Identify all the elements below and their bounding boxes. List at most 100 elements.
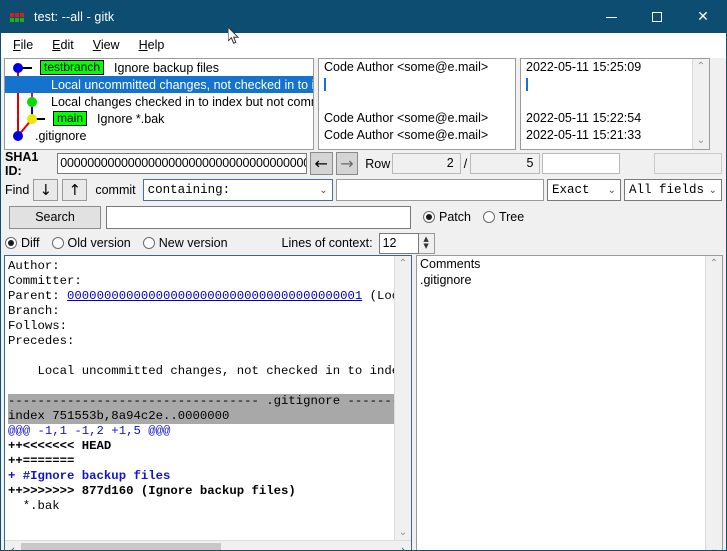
menu-file-accel: F [13, 38, 21, 52]
find-fields-dropdown[interactable]: All fields ⌄ [624, 179, 722, 201]
stepper-arrows[interactable]: ▲ ▼ [418, 232, 435, 254]
author-column-pane[interactable]: Code Author <some@e.mail> Code Author <s… [318, 58, 516, 150]
window-controls: ✕ [588, 1, 726, 33]
radio-new-version-indicator [142, 237, 155, 249]
title-bar: test: --all - gitk ✕ [1, 1, 726, 33]
scroll-down-icon[interactable]: ⌄ [710, 542, 718, 550]
diff-text-pane[interactable]: Author: Committer: Parent: 0000000000000… [4, 255, 412, 550]
menu-view-label: iew [100, 38, 120, 52]
scroll-up-icon[interactable]: ⌃ [710, 256, 718, 272]
diff-file-header: ---------------------------------- .giti… [8, 394, 396, 409]
lines-of-context-stepper[interactable]: 12 ▲ ▼ [378, 232, 435, 254]
row-total-value: 5 [470, 153, 541, 174]
radio-patch-indicator [423, 211, 435, 223]
find-exact-value: Exact [552, 183, 590, 197]
radio-old-version-indicator [51, 237, 64, 249]
maximize-button[interactable] [634, 1, 680, 33]
diff-body-line: *.bak [8, 499, 60, 513]
gitk-icon [10, 9, 26, 25]
menu-help[interactable]: Help [135, 36, 174, 54]
menu-edit-label: dit [60, 38, 74, 52]
date-column-pane[interactable]: 2022-05-11 15:25:09 2022-05-11 15:22:54 … [520, 58, 710, 150]
menu-edit-accel: E [52, 38, 61, 52]
scroll-up-icon[interactable]: ⌃ [697, 59, 705, 75]
file-list-pane[interactable]: Comments .gitignore ⌃ ⌄ [416, 255, 723, 550]
find-prev-button[interactable]: ↑ [62, 179, 88, 201]
author-cell-caret [319, 76, 515, 93]
diff-follows-line: Follows: [8, 319, 75, 333]
view-mode-radiogroup: Patch Tree [423, 210, 536, 224]
row-separator: / [463, 156, 468, 171]
file-list-item-label: Comments [420, 257, 481, 271]
menu-view[interactable]: View [89, 36, 129, 54]
stepper-down-icon[interactable]: ▼ [423, 243, 428, 250]
scroll-right-icon[interactable]: › [395, 543, 411, 550]
search-button[interactable]: Search [9, 205, 101, 229]
radio-patch-label: Patch [439, 210, 471, 224]
find-mode-dropdown[interactable]: containing: ⌄ [142, 179, 333, 201]
ref-label-main[interactable]: main [53, 111, 88, 126]
minimize-button[interactable] [588, 1, 634, 33]
radio-tree-label: Tree [498, 210, 525, 224]
file-list-item[interactable]: Comments [417, 256, 722, 272]
close-button[interactable]: ✕ [680, 1, 726, 33]
radio-tree-indicator [482, 211, 495, 223]
radio-diff[interactable]: Diff [5, 236, 40, 250]
parent-sha-link[interactable]: 0000000000000000000000000000000000000001 [67, 289, 362, 303]
menu-edit[interactable]: Edit [48, 36, 83, 54]
menu-file[interactable]: File [9, 36, 42, 54]
scroll-down-icon[interactable]: ⌄ [399, 525, 407, 541]
author-cell [319, 93, 515, 110]
date-cell-caret [521, 76, 709, 93]
commit-row[interactable]: .gitignore [5, 127, 313, 144]
diff-parent-label: Parent: [8, 289, 68, 303]
radio-new-version[interactable]: New version [142, 236, 228, 250]
commit-graph-pane[interactable]: testbranch Ignore backup files Local unc… [4, 58, 314, 150]
commit-subject: Local uncommitted changes, not checked i… [51, 77, 314, 92]
scroll-down-icon[interactable]: ⌄ [697, 133, 705, 149]
row-extra-box-2 [653, 153, 723, 174]
sha-id-input[interactable]: 0000000000000000000000000000000000000000 [57, 153, 307, 174]
search-input[interactable] [106, 205, 411, 229]
radio-patch[interactable]: Patch [423, 210, 471, 224]
file-list-item[interactable]: .gitignore [417, 272, 722, 288]
diff-horizontal-scrollbar[interactable]: ‹ › [5, 540, 411, 550]
radio-tree[interactable]: Tree [482, 210, 525, 224]
chevron-down-icon: ⌄ [607, 184, 616, 196]
hscroll-thumb[interactable] [21, 543, 221, 550]
commit-list-scrollbar[interactable]: ⌃ ⌄ [692, 59, 709, 149]
find-query-input[interactable] [335, 179, 544, 201]
commit-list-area: testbranch Ignore backup files Local unc… [1, 58, 726, 150]
radio-old-version[interactable]: Old version [51, 236, 131, 250]
commit-subject: Local changes checked in to index but no… [51, 94, 313, 109]
scroll-up-icon[interactable]: ⌃ [399, 256, 407, 272]
scroll-left-icon[interactable]: ‹ [5, 543, 21, 550]
menu-help-accel: H [138, 38, 148, 52]
diff-index-line: index 751553b,8a94c2e..0000000 [8, 409, 396, 424]
diff-vertical-scrollbar[interactable]: ⌃ ⌄ [394, 256, 411, 541]
find-scope-label: commit [95, 183, 136, 197]
find-exact-dropdown[interactable]: Exact ⌄ [547, 179, 621, 201]
date-cell [521, 93, 709, 110]
date-cell: 2022-05-11 15:25:09 [526, 60, 642, 74]
diff-body-line: ++>>>>>>> 877d160 (Ignore backup files) [8, 484, 296, 498]
diff-hunk-header: @@@ -1,1 -1,2 +1,5 @@@ [8, 424, 171, 438]
menu-view-accel: V [92, 38, 101, 52]
diff-body-line: + #Ignore backup files [8, 469, 171, 483]
commit-row[interactable]: main Ignore *.bak [5, 110, 313, 127]
find-next-button[interactable]: ↓ [33, 179, 59, 201]
forward-button[interactable]: → [335, 152, 359, 175]
author-cell: Code Author <some@e.mail> [324, 111, 489, 125]
ref-label-testbranch[interactable]: testbranch [40, 60, 105, 75]
commit-row[interactable]: testbranch Ignore backup files [5, 59, 313, 76]
commit-row[interactable]: Local uncommitted changes, not checked i… [5, 76, 313, 93]
menu-help-label: elp [147, 38, 165, 52]
commit-subject: Ignore backup files [114, 60, 219, 75]
radio-diff-label: Diff [21, 236, 40, 250]
lines-of-context-value[interactable]: 12 [378, 232, 419, 254]
commit-row[interactable]: Local changes checked in to index but no… [5, 93, 313, 110]
find-row: Find ↓ ↑ commit containing: ⌄ Exact ⌄ Al… [1, 177, 726, 203]
diff-parent-suffix: (Local [369, 289, 396, 303]
file-list-scrollbar[interactable]: ⌃ ⌄ [705, 256, 722, 550]
back-button[interactable]: ← [309, 152, 333, 175]
